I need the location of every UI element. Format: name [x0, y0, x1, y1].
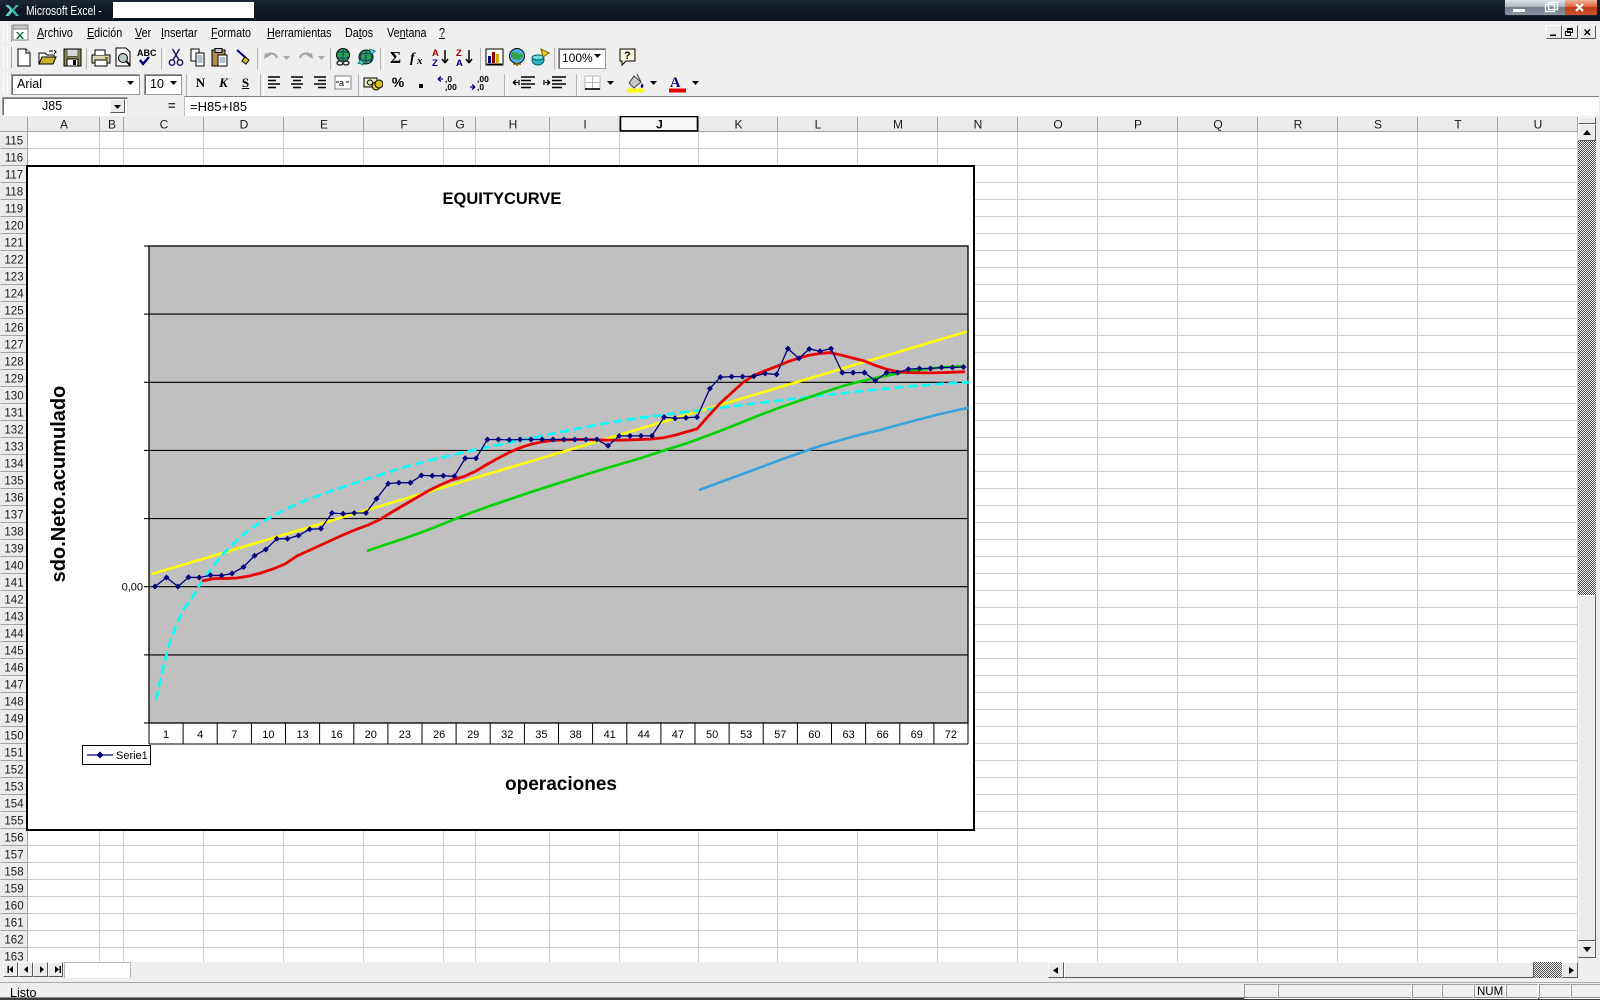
svg-text:R: R	[1294, 118, 1303, 132]
svg-text:144: 144	[4, 629, 24, 641]
svg-text:L: L	[815, 118, 822, 132]
svg-text:T: T	[1454, 118, 1462, 132]
svg-text:29: 29	[467, 729, 479, 741]
svg-text:1: 1	[163, 729, 169, 741]
svg-text:133: 133	[4, 442, 23, 454]
svg-text:136: 136	[4, 493, 23, 505]
svg-text:124: 124	[4, 289, 24, 301]
svg-text:159: 159	[4, 884, 23, 896]
svg-text:O: O	[1053, 118, 1062, 132]
svg-text:151: 151	[4, 748, 23, 760]
svg-text:139: 139	[4, 544, 23, 556]
svg-text:16: 16	[331, 729, 343, 741]
svg-text:EQUITYCURVE: EQUITYCURVE	[443, 190, 562, 208]
svg-text:D: D	[240, 118, 249, 132]
svg-text:148: 148	[4, 697, 23, 709]
svg-text:143: 143	[4, 612, 23, 624]
svg-text:130: 130	[4, 391, 23, 403]
svg-text:129: 129	[4, 374, 23, 386]
svg-text:162: 162	[4, 935, 23, 947]
svg-text:152: 152	[4, 765, 23, 777]
svg-text:66: 66	[877, 729, 889, 741]
svg-text:47: 47	[672, 729, 684, 741]
svg-text:119: 119	[5, 204, 23, 216]
svg-text:121: 121	[4, 238, 23, 250]
svg-text:147: 147	[4, 680, 23, 692]
svg-text:72: 72	[945, 729, 957, 741]
svg-text:B: B	[108, 118, 116, 132]
svg-text:K: K	[734, 118, 742, 132]
svg-text:G: G	[455, 118, 464, 132]
svg-text:S: S	[1374, 118, 1382, 132]
svg-text:57: 57	[774, 729, 786, 741]
svg-text:0,00: 0,00	[122, 582, 143, 594]
svg-text:150: 150	[4, 731, 23, 743]
svg-text:128: 128	[4, 357, 23, 369]
svg-text:161: 161	[4, 918, 23, 930]
svg-text:137: 137	[4, 510, 23, 522]
svg-text:32: 32	[501, 729, 513, 741]
svg-text:60: 60	[808, 729, 820, 741]
svg-text:10: 10	[262, 729, 274, 741]
svg-text:134: 134	[4, 459, 24, 471]
svg-text:126: 126	[4, 323, 23, 335]
svg-text:C: C	[160, 118, 169, 132]
svg-text:A: A	[60, 118, 68, 132]
svg-text:125: 125	[4, 306, 23, 318]
svg-text:Q: Q	[1213, 118, 1222, 132]
svg-text:63: 63	[842, 729, 854, 741]
svg-text:142: 142	[4, 595, 23, 607]
svg-text:120: 120	[4, 221, 23, 233]
svg-text:50: 50	[706, 729, 718, 741]
svg-text:M: M	[893, 118, 903, 132]
svg-text:F: F	[400, 118, 407, 132]
svg-text:69: 69	[911, 729, 923, 741]
svg-text:131: 131	[4, 408, 23, 420]
svg-text:145: 145	[4, 646, 23, 658]
svg-text:149: 149	[4, 714, 23, 726]
svg-text:Serie1: Serie1	[116, 750, 148, 762]
svg-text:135: 135	[4, 476, 23, 488]
svg-text:J: J	[656, 118, 663, 132]
svg-text:41: 41	[604, 729, 616, 741]
svg-text:160: 160	[4, 901, 23, 913]
svg-text:operaciones: operaciones	[505, 774, 617, 795]
svg-text:4: 4	[197, 729, 203, 741]
svg-text:P: P	[1134, 118, 1142, 132]
svg-text:20: 20	[365, 729, 377, 741]
svg-text:154: 154	[4, 799, 24, 811]
svg-text:141: 141	[4, 578, 23, 590]
svg-text:123: 123	[4, 272, 23, 284]
svg-text:157: 157	[4, 850, 23, 862]
svg-text:26: 26	[433, 729, 445, 741]
svg-text:7: 7	[231, 729, 237, 741]
svg-text:153: 153	[4, 782, 23, 794]
svg-text:N: N	[974, 118, 983, 132]
svg-text:35: 35	[535, 729, 547, 741]
svg-text:158: 158	[4, 867, 23, 879]
svg-text:U: U	[1534, 118, 1543, 132]
svg-text:23: 23	[399, 729, 411, 741]
svg-text:E: E	[320, 118, 328, 132]
svg-text:38: 38	[569, 729, 581, 741]
svg-text:146: 146	[4, 663, 23, 675]
svg-text:H: H	[509, 118, 518, 132]
svg-text:117: 117	[5, 170, 23, 182]
svg-text:115: 115	[5, 136, 23, 148]
svg-text:132: 132	[4, 425, 23, 437]
svg-text:156: 156	[4, 833, 23, 845]
svg-text:122: 122	[4, 255, 23, 267]
svg-text:I: I	[583, 118, 586, 132]
svg-text:163: 163	[4, 952, 23, 963]
svg-text:118: 118	[5, 187, 23, 199]
svg-text:44: 44	[638, 729, 650, 741]
svg-text:53: 53	[740, 729, 752, 741]
svg-text:127: 127	[4, 340, 23, 352]
svg-text:138: 138	[4, 527, 23, 539]
svg-text:sdo.Neto.acumulado: sdo.Neto.acumulado	[48, 386, 70, 583]
svg-text:140: 140	[4, 561, 23, 573]
svg-text:13: 13	[296, 729, 308, 741]
svg-text:116: 116	[5, 153, 23, 165]
svg-text:155: 155	[4, 816, 23, 828]
